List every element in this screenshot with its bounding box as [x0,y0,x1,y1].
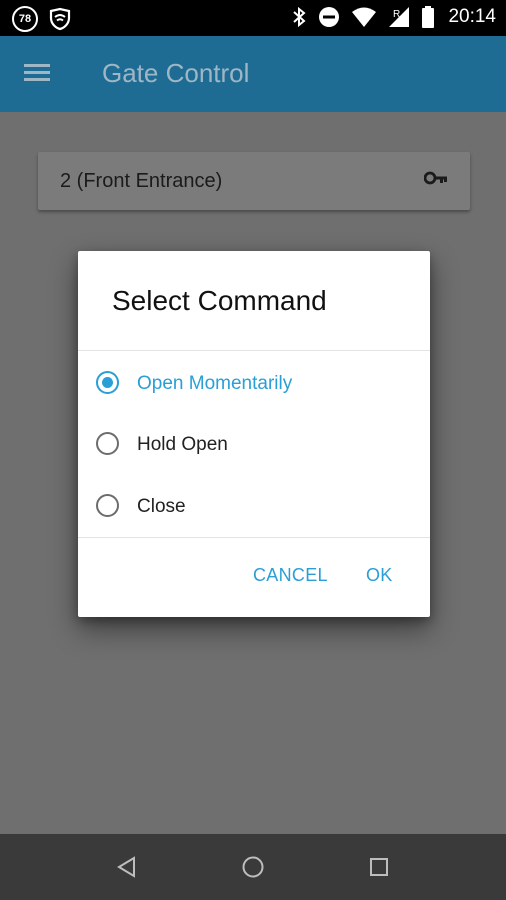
option-label: Open Momentarily [137,373,293,394]
svg-text:R: R [393,9,400,20]
ok-button[interactable]: OK [366,565,393,586]
option-open-momentarily[interactable]: Open Momentarily [78,353,430,411]
do-not-disturb-icon [319,7,340,27]
app-title: Gate Control [102,58,250,88]
recents-button[interactable] [366,854,392,880]
home-button[interactable] [240,854,266,880]
recents-square-icon [370,858,388,876]
clock-time: 20:14 [448,6,496,27]
dialog-divider-bottom [78,537,430,538]
status-left: 78 [12,6,72,32]
option-label: Hold Open [137,434,228,455]
radio-button[interactable] [96,432,119,455]
radio-button-checked[interactable] [96,371,119,394]
option-label: Close [137,496,186,517]
hamburger-menu-button[interactable] [24,62,64,88]
bluetooth-icon [293,6,306,28]
status-bar: 78 R 20:14 [0,0,506,36]
back-button[interactable] [114,854,140,880]
cellular-signal-icon: R [389,7,410,27]
select-command-dialog: Select Command Open Momentarily Hold Ope… [78,251,430,617]
wifi-icon [352,7,377,27]
gate-card-label: 2 (Front Entrance) [60,170,223,192]
option-hold-open[interactable]: Hold Open [78,414,430,472]
battery-icon [422,6,435,28]
gate-card[interactable]: 2 (Front Entrance) [38,152,470,210]
system-navigation-bar [0,834,506,900]
radio-button[interactable] [96,494,119,517]
notification-count-badge: 78 [12,6,38,32]
dialog-divider-top [78,350,430,351]
home-circle-icon [242,856,264,878]
option-close[interactable]: Close [78,476,430,534]
dialog-title: Select Command [112,285,327,316]
back-triangle-icon [117,856,135,878]
hamburger-menu-icon [24,64,50,81]
shield-icon [49,7,71,31]
cancel-button[interactable]: CANCEL [253,565,328,586]
key-icon[interactable] [424,170,448,186]
app-bar: Gate Control [0,36,506,112]
status-right: R 20:14 [291,5,496,29]
